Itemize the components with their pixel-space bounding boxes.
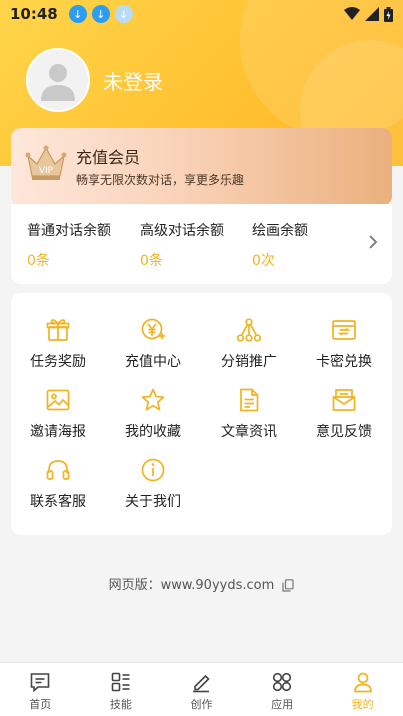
tab-home[interactable]: 首页 [0, 663, 81, 716]
status-bar: 10:48 ↓ ↓ ↓ [0, 0, 403, 28]
menu-item-distribution[interactable]: 分销推广 [204, 317, 294, 371]
battery-icon [384, 6, 393, 22]
tab-label: 我的 [351, 698, 374, 711]
share-network-icon [236, 318, 262, 342]
quota-card[interactable]: 普通对话余额 0条 高级对话余额 0条 绘画余额 0次 [11, 204, 392, 284]
pen-icon [193, 674, 211, 693]
menu-grid: 任务奖励 充值中心 分销推广 卡密兑换 邀请海报 我的收藏 文章资讯 意见反馈 … [11, 293, 392, 535]
wifi-icon [344, 7, 360, 20]
tab-mine[interactable]: 我的 [322, 663, 403, 716]
vip-title: 充值会员 [76, 148, 141, 167]
menu-item-feedback[interactable]: 意见反馈 [299, 387, 389, 441]
quota-value: 0次 [252, 253, 275, 269]
web-version-text: 网页版：www.90yyds.com [108, 578, 275, 593]
chat-icon [30, 673, 50, 693]
menu-item-articles[interactable]: 文章资讯 [204, 387, 294, 441]
menu-item-task-rewards[interactable]: 任务奖励 [13, 317, 103, 371]
avatar[interactable] [26, 48, 90, 112]
chevron-right-icon[interactable] [368, 234, 378, 250]
bottom-tab-bar: 首页 技能 创作 应用 我的 [0, 662, 403, 716]
menu-label: 文章资讯 [221, 424, 277, 440]
vip-recharge-card[interactable]: VIP 充值会员 畅享无限次数对话，享更多乐趣 [11, 128, 392, 206]
apps-icon [272, 672, 292, 692]
copy-icon[interactable] [282, 579, 295, 592]
menu-label: 联系客服 [30, 494, 86, 510]
star-icon [141, 388, 165, 411]
card-exchange-icon [332, 320, 356, 340]
quota-advanced-chat: 高级对话余额 0条 [140, 220, 224, 270]
quota-value: 0条 [27, 253, 50, 269]
menu-label: 关于我们 [125, 494, 181, 510]
feedback-icon [332, 389, 356, 411]
image-icon [46, 389, 70, 411]
menu-item-about-us[interactable]: 关于我们 [108, 457, 198, 511]
quota-label: 普通对话余额 [27, 223, 111, 239]
gift-icon [46, 319, 70, 341]
tab-label: 首页 [29, 698, 52, 711]
user-placeholder-icon [41, 64, 75, 101]
tab-create[interactable]: 创作 [161, 663, 242, 716]
profile-section[interactable]: 未登录 [26, 48, 163, 112]
menu-label: 邀请海报 [30, 424, 86, 440]
menu-item-favorites[interactable]: 我的收藏 [108, 387, 198, 441]
download-notification-icon: ↓ [91, 5, 110, 23]
login-label[interactable]: 未登录 [103, 66, 163, 95]
web-version-link[interactable]: 网页版：www.90yyds.com [0, 574, 403, 593]
menu-label: 我的收藏 [125, 424, 181, 440]
user-icon [353, 672, 372, 693]
vip-badge-text: VIP [39, 166, 54, 176]
menu-label: 任务奖励 [30, 354, 86, 370]
tab-label: 技能 [109, 698, 132, 711]
download-notification-icon: ↓ [68, 5, 87, 23]
tab-label: 创作 [190, 698, 213, 711]
menu-item-card-exchange[interactable]: 卡密兑换 [299, 317, 389, 371]
quota-normal-chat: 普通对话余额 0条 [27, 220, 111, 270]
signal-icon [365, 7, 379, 21]
tab-label: 应用 [271, 698, 294, 711]
menu-item-recharge-center[interactable]: 充值中心 [108, 317, 198, 371]
yen-recharge-icon [141, 318, 165, 340]
info-icon [141, 458, 165, 482]
menu-item-invite-poster[interactable]: 邀请海报 [13, 387, 103, 441]
download-notification-icon: ↓ [114, 5, 133, 23]
tab-skills[interactable]: 技能 [81, 663, 162, 716]
menu-label: 卡密兑换 [316, 354, 372, 370]
quota-value: 0条 [140, 253, 163, 269]
menu-label: 分销推广 [221, 354, 277, 370]
headset-icon [46, 460, 70, 480]
vip-crown-icon: VIP [25, 145, 67, 180]
skills-icon [111, 672, 130, 692]
tab-apps[interactable]: 应用 [242, 663, 323, 716]
menu-label: 充值中心 [125, 354, 181, 370]
menu-item-customer-service[interactable]: 联系客服 [13, 457, 103, 511]
quota-label: 绘画余额 [252, 223, 308, 239]
menu-label: 意见反馈 [316, 424, 372, 440]
status-time: 10:48 [10, 5, 58, 23]
quota-label: 高级对话余额 [140, 223, 224, 239]
quota-drawing: 绘画余额 0次 [252, 220, 308, 270]
document-icon [240, 388, 259, 412]
vip-subtitle: 畅享无限次数对话，享更多乐趣 [76, 173, 245, 187]
